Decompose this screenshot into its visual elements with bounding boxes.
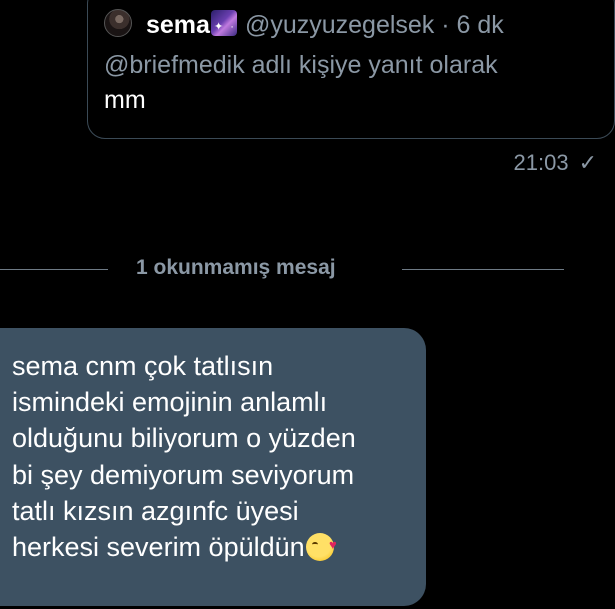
incoming-message-text: sema cnm çok tatlısın ismindeki emojinin…: [12, 348, 356, 565]
check-icon: ✓: [578, 150, 597, 175]
quoted-tweet-card[interactable]: sema @yuzyuzegelsek · 6 dk @briefmedik ad…: [87, 0, 615, 139]
kissing-face-icon: [305, 527, 337, 563]
incoming-message-bubble[interactable]: sema cnm çok tatlısın ismindeki emojinin…: [0, 328, 426, 606]
divider-line-left: [0, 269, 108, 270]
avatar[interactable]: [104, 9, 132, 37]
divider-line-right: [402, 269, 564, 270]
galaxy-emoji-icon: [210, 10, 237, 42]
reply-to-label: @briefmedik adlı kişiye yanıt olarak: [104, 51, 498, 79]
author-name: sema: [146, 11, 210, 39]
sent-timestamp: 21:03 ✓: [514, 150, 598, 176]
unread-divider-label: 1 okunmamış mesaj: [136, 256, 336, 279]
author-handle-time: @yuzyuzegelsek · 6 dk: [244, 11, 504, 39]
quoted-tweet-text: mm: [104, 86, 146, 114]
message-text: sema cnm çok tatlısın ismindeki emojinin…: [12, 351, 356, 563]
author-row: sema @yuzyuzegelsek · 6 dk: [146, 10, 604, 42]
sent-time: 21:03: [513, 150, 569, 175]
